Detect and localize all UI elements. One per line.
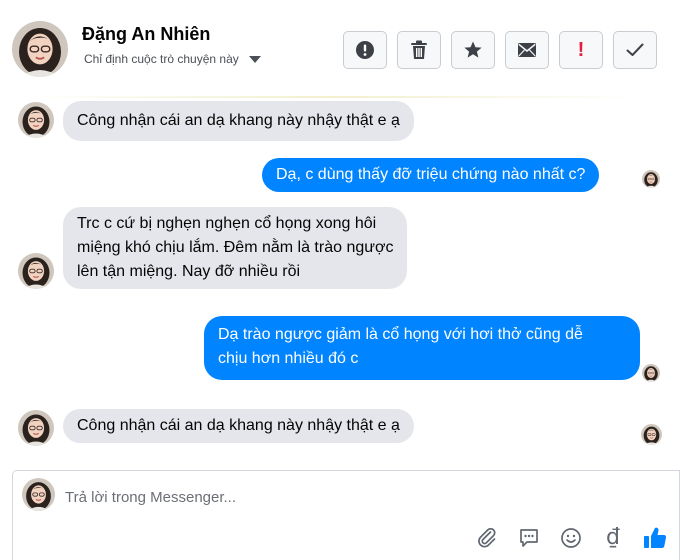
envelope-icon [517, 42, 537, 58]
alert-circle-icon [355, 40, 375, 60]
seen-indicator-avatar [641, 424, 662, 445]
composer-toolbar: ₫ [475, 526, 667, 550]
sender-avatar [18, 253, 54, 289]
message-line: Công nhận cái an dạ khang này nhậy thật … [77, 112, 400, 129]
message-line: Dạ trào ngược giảm là cổ họng với hơi th… [218, 326, 583, 343]
message-line: miệng khó chịu lắm. Đêm nằm là trào ngượ… [77, 239, 394, 256]
message-line: Dạ, c dùng thấy đỡ triệu chứng nào nhất … [276, 166, 586, 183]
message-bubble-incoming[interactable]: Trc c cứ bị nghẹn nghẹn cổ họng xong hôi… [63, 207, 408, 289]
chat-bubble-icon[interactable] [517, 526, 541, 550]
star-icon [463, 40, 483, 60]
message-line: chịu hơn nhiều đó c [218, 350, 359, 367]
follow-up-button[interactable]: ! [559, 31, 603, 69]
assign-conversation-dropdown[interactable]: Chỉ định cuộc trò chuyện này [84, 52, 261, 66]
thumbs-up-icon[interactable] [643, 526, 667, 550]
message-line: Trc c cứ bị nghẹn nghẹn cổ họng xong hôi [77, 215, 377, 232]
conversation-actions: ! [343, 31, 657, 69]
emoji-icon[interactable] [559, 526, 583, 550]
conversation-header: Đặng An Nhiên Chỉ định cuộc trò chuyện n… [0, 0, 680, 92]
reply-input[interactable] [65, 485, 625, 509]
sender-avatar [18, 102, 54, 138]
message-bubble-incoming[interactable]: Công nhận cái an dạ khang này nhậy thật … [63, 409, 414, 443]
checkmark-icon [626, 43, 644, 57]
contact-name[interactable]: Đặng An Nhiên [82, 24, 210, 45]
message-line: Công nhận cái an dạ khang này nhậy thật … [77, 417, 400, 434]
message-bubble-outgoing[interactable]: Dạ trào ngược giảm là cổ họng với hơi th… [204, 316, 640, 380]
message-line: lên tận miệng. Nay đỡ nhiều rồi [77, 263, 301, 280]
exclamation-icon: ! [577, 39, 585, 61]
caret-down-icon [248, 55, 261, 63]
message-bubble-outgoing[interactable]: Dạ, c dùng thấy đỡ triệu chứng nào nhất … [262, 158, 600, 192]
reply-composer: ₫ [12, 470, 680, 560]
dong-currency-icon[interactable]: ₫ [601, 526, 625, 550]
mark-done-button[interactable] [613, 31, 657, 69]
header-divider [20, 96, 640, 98]
mark-spam-button[interactable] [343, 31, 387, 69]
paperclip-icon[interactable] [475, 526, 499, 550]
sender-avatar [18, 410, 54, 446]
page-avatar [22, 478, 55, 511]
contact-avatar[interactable] [12, 21, 68, 77]
message-bubble-incoming[interactable]: Công nhận cái an dạ khang này nhậy thật … [63, 101, 414, 141]
mark-unread-button[interactable] [505, 31, 549, 69]
delete-button[interactable] [397, 31, 441, 69]
star-button[interactable] [451, 31, 495, 69]
trash-icon [410, 40, 428, 60]
seen-indicator-avatar [642, 170, 660, 188]
assign-conversation-label: Chỉ định cuộc trò chuyện này [84, 52, 239, 66]
seen-indicator-avatar [642, 364, 660, 382]
